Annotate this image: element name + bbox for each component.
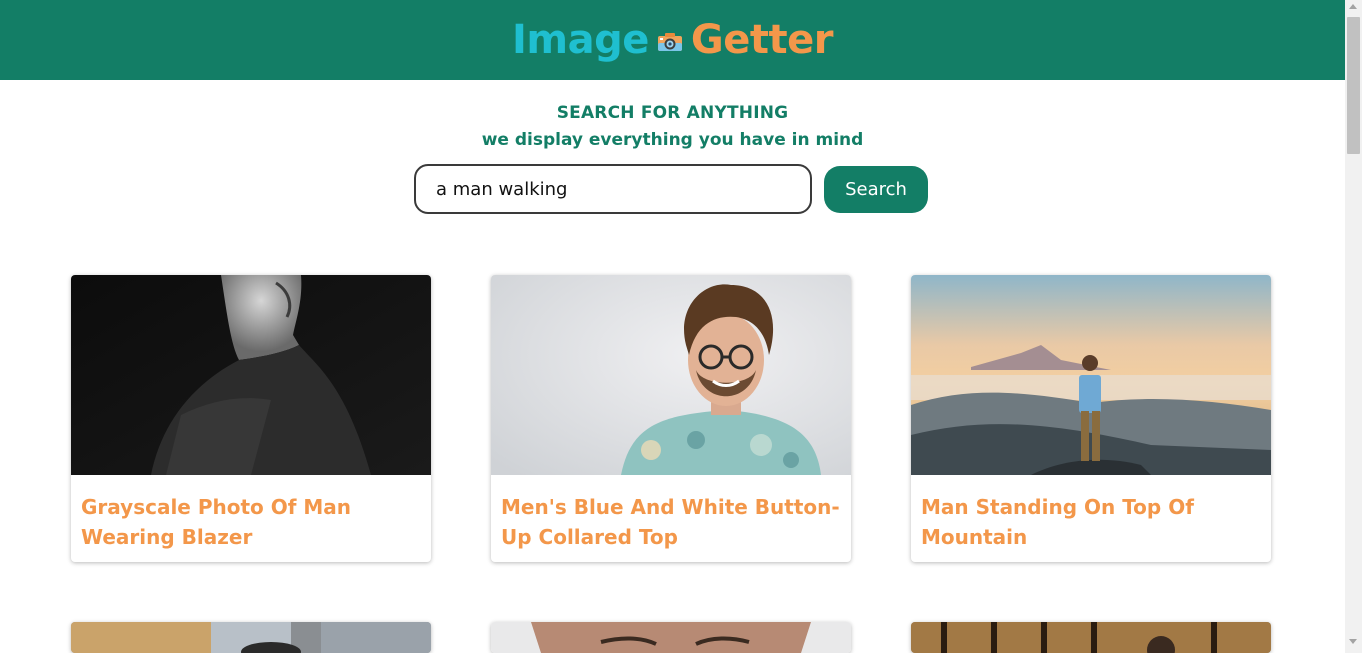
hero-title: SEARCH FOR ANYTHING	[556, 103, 789, 123]
vertical-scrollbar[interactable]	[1345, 0, 1362, 653]
result-card[interactable]: Men's Blue And White Button-Up Collared …	[491, 275, 851, 562]
logo-text-getter: Getter	[690, 17, 834, 63]
result-card[interactable]	[491, 622, 851, 653]
scrollbar-thumb[interactable]	[1347, 17, 1360, 154]
result-image[interactable]	[911, 275, 1271, 475]
scroll-down-arrow-icon[interactable]	[1349, 639, 1357, 644]
hero-subtitle: we display everything you have in mind	[481, 130, 864, 150]
result-image[interactable]	[911, 622, 1271, 653]
search-button[interactable]: Search	[824, 166, 928, 213]
result-image[interactable]	[71, 275, 431, 475]
result-card[interactable]: Man Standing On Top Of Mountain	[911, 275, 1271, 562]
result-card[interactable]	[911, 622, 1271, 653]
logo[interactable]: Image Getter	[512, 17, 833, 63]
logo-text-image: Image	[512, 17, 649, 63]
search-input[interactable]	[414, 164, 812, 214]
result-title[interactable]: Man Standing On Top Of Mountain	[911, 475, 1271, 552]
result-title[interactable]: Men's Blue And White Button-Up Collared …	[491, 475, 851, 552]
header: Image Getter	[0, 0, 1345, 80]
result-title[interactable]: Grayscale Photo Of Man Wearing Blazer	[71, 475, 431, 552]
hero: SEARCH FOR ANYTHING we display everythin…	[0, 100, 1345, 154]
result-image[interactable]	[491, 622, 851, 653]
camera-icon	[657, 33, 682, 51]
result-card[interactable]	[71, 622, 431, 653]
result-image[interactable]	[71, 622, 431, 653]
page: Image Getter SEARCH FOR ANYTHING we disp…	[0, 0, 1345, 653]
result-image[interactable]	[491, 275, 851, 475]
result-card[interactable]: Grayscale Photo Of Man Wearing Blazer	[71, 275, 431, 562]
scroll-up-arrow-icon[interactable]	[1349, 4, 1357, 9]
